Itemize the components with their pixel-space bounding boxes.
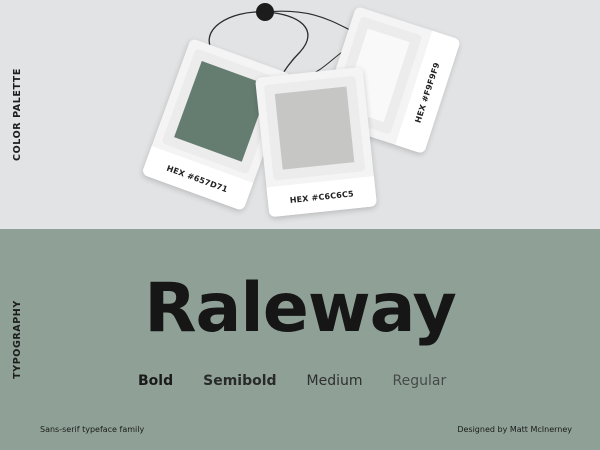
cord-bead	[256, 3, 274, 21]
swatch-chip-1	[174, 60, 270, 162]
color-palette-section: COLOR PALETTE HEX #F9F9F9 HEX #657D71 HE…	[0, 0, 600, 229]
typography-section: Raleway Bold Semibold Medium Regular San…	[0, 229, 600, 450]
weight-semibold: Semibold	[203, 373, 277, 389]
swatch-hex-2: HEX #C6C6C5	[289, 188, 355, 205]
brand-board: COLOR PALETTE HEX #F9F9F9 HEX #657D71 HE…	[0, 0, 600, 450]
typeface-credit: Designed by Matt McInerney	[457, 425, 572, 434]
font-weights: Bold Semibold Medium Regular	[138, 373, 446, 389]
typography-label: TYPOGRAPHY	[11, 300, 23, 379]
weight-bold: Bold	[138, 373, 174, 389]
typography-label-wrap: TYPOGRAPHY	[0, 229, 34, 450]
weight-medium: Medium	[306, 373, 363, 389]
swatch-card-2: HEX #C6C6C5	[254, 66, 378, 218]
weight-regular: Regular	[392, 373, 447, 389]
typeface-description: Sans-serif typeface family	[40, 425, 145, 434]
font-name: Raleway	[144, 269, 457, 348]
swatch-chip-2	[274, 86, 355, 170]
